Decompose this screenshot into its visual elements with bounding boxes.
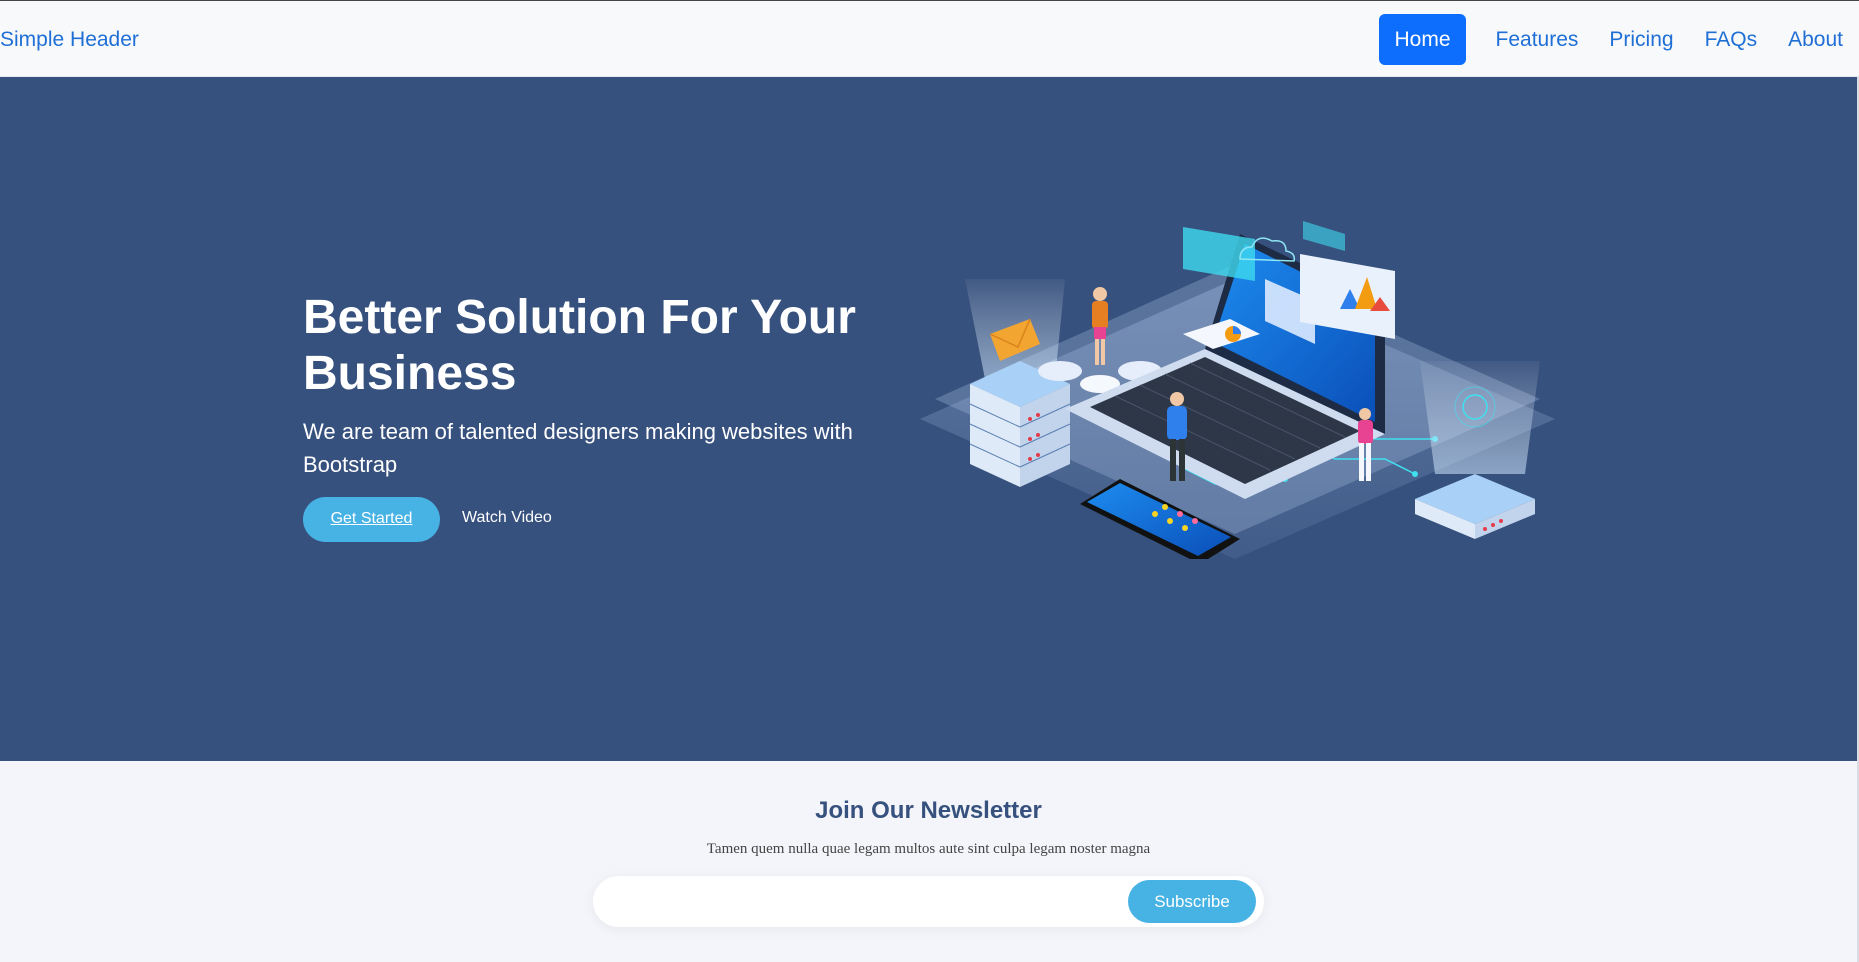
site-header: Simple Header Home Features Pricing FAQs… xyxy=(0,1,1859,77)
email-input[interactable] xyxy=(613,884,1113,919)
newsletter-text: Tamen quem nulla quae legam multos aute … xyxy=(706,841,1151,857)
brand-link[interactable]: Simple Header xyxy=(0,28,139,52)
hero-title: Better Solution For Your Business xyxy=(303,291,856,400)
nav-pricing[interactable]: Pricing xyxy=(1609,29,1673,50)
newsletter-title: Join Our Newsletter xyxy=(815,797,1042,824)
right-server-shape xyxy=(1415,474,1535,539)
watch-video-link[interactable]: Watch Video xyxy=(462,509,552,527)
main-nav: Home Features Pricing FAQs About xyxy=(1379,13,1859,65)
nav-about[interactable]: About xyxy=(1788,29,1843,50)
nav-home[interactable]: Home xyxy=(1379,13,1466,65)
nav-features[interactable]: Features xyxy=(1496,29,1579,50)
newsletter-form: Subscribe xyxy=(593,876,1264,927)
newsletter-section: Join Our Newsletter Tamen quem nulla qua… xyxy=(0,761,1857,962)
nav-faqs[interactable]: FAQs xyxy=(1705,29,1758,50)
hero-section: Better Solution For Your Business We are… xyxy=(0,77,1857,761)
hero-illustration xyxy=(920,221,1555,559)
subscribe-button[interactable]: Subscribe xyxy=(1128,880,1256,923)
hero-subtitle: We are team of talented designers making… xyxy=(303,419,853,477)
get-started-button[interactable]: Get Started xyxy=(303,497,440,542)
